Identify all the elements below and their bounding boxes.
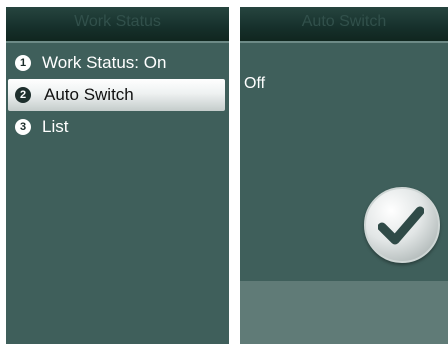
- softkey-bar: [240, 281, 448, 344]
- menu-item-label: Auto Switch: [44, 85, 134, 104]
- confirm-button[interactable]: [364, 187, 440, 263]
- work-status-title: Work Status: [6, 7, 229, 43]
- item-number-badge: 3: [15, 119, 31, 135]
- work-status-screen: Work Status 1 Work Status: On 2 Auto Swi…: [6, 7, 229, 344]
- auto-switch-screen: Auto Switch Off: [240, 7, 448, 344]
- menu-item-list[interactable]: 3 List: [6, 111, 229, 143]
- item-number-badge: 1: [15, 55, 31, 71]
- item-number-badge: 2: [15, 87, 31, 103]
- menu-item-label: List: [42, 117, 69, 136]
- auto-switch-value[interactable]: Off: [244, 75, 265, 93]
- work-status-menu: 1 Work Status: On 2 Auto Switch 3 List: [6, 47, 229, 143]
- checkmark-icon: [378, 206, 424, 245]
- menu-item-label: Work Status: On: [42, 53, 167, 72]
- auto-switch-title: Auto Switch: [240, 7, 448, 43]
- menu-item-work-status[interactable]: 1 Work Status: On: [6, 47, 229, 79]
- menu-item-auto-switch[interactable]: 2 Auto Switch: [8, 79, 225, 111]
